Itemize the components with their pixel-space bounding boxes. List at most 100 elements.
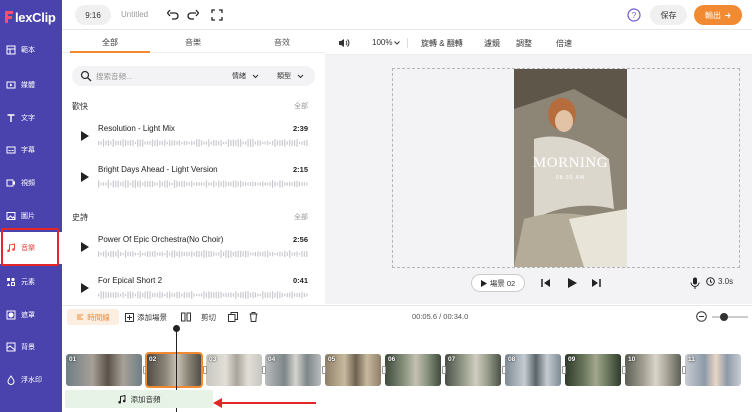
timeline-clip[interactable]: 04 [265,354,321,386]
cut-button[interactable]: 剪切 [201,312,216,323]
sidebar-item-template[interactable]: 範本 [0,34,62,66]
add-scene-button[interactable]: 添加場景 [125,312,167,323]
sidebar-item-text[interactable]: 文字 [0,102,62,134]
timeline: 01 02 03 04 05 06 07 08 09 10 11 添加音頻 [62,325,752,412]
help-icon[interactable]: ? [627,8,641,22]
transition-handle[interactable] [562,366,566,374]
transition-handle[interactable] [622,366,626,374]
transition-handle[interactable] [203,366,207,374]
tab-all[interactable]: 全部 [90,37,130,48]
zoom-slider-handle[interactable] [720,313,728,321]
play-icon[interactable] [566,277,578,289]
transition-handle[interactable] [442,366,446,374]
transition-handle[interactable] [382,366,386,374]
zoom-dropdown[interactable]: 100% [372,38,401,47]
sidebar-item-label: 媒體 [21,82,35,89]
sidebar-item-label: 音樂 [21,245,35,252]
timeline-clip[interactable]: 03 [206,354,262,386]
genre-filter[interactable]: 類型 [277,71,304,81]
zoom-slider[interactable] [712,316,748,318]
sidebar-item-mask[interactable]: 遮罩 [0,299,62,331]
save-button[interactable]: 保存 [650,5,687,25]
category-view-all-link[interactable]: 全部 [294,101,308,111]
redo-icon[interactable] [186,8,200,22]
timeline-clip[interactable]: 08 [505,354,561,386]
next-icon[interactable] [590,277,602,289]
tab-sound-effects[interactable]: 音效 [262,37,302,48]
time-display: 00:05.6 / 00:34.0 [412,312,469,321]
category-title: 歡快 [72,102,88,111]
sidebar-item-music[interactable]: 音樂 [0,232,62,264]
category-view-all-link[interactable]: 全部 [294,212,308,222]
play-icon [480,279,487,287]
transition-handle[interactable] [262,366,266,374]
audio-track-item[interactable]: Resolution - Light Mix 2:39 [72,120,322,158]
waveform [98,291,308,299]
speed-button[interactable]: 倍速 [556,38,572,49]
timeline-clip[interactable]: 02 [146,354,202,386]
track-name: For Epical Short 2 [98,276,163,285]
timeline-clip[interactable]: 05 [325,354,381,386]
chevron-down-icon [252,74,259,78]
timeline-clip[interactable]: 07 [445,354,501,386]
chevron-down-icon [394,40,401,45]
transition-handle[interactable] [143,366,147,374]
split-icon[interactable] [181,312,191,322]
category-title: 史詩 [72,213,88,222]
scene-duration[interactable]: 3.0s [706,277,733,286]
timeline-clip[interactable]: 11 [685,354,741,386]
svg-text:?: ? [632,11,637,20]
timeline-toggle-button[interactable]: 時間線 [67,309,119,325]
aspect-ratio-button[interactable]: 9:16 [75,5,111,25]
fullscreen-icon[interactable] [210,8,224,22]
play-icon[interactable] [80,171,90,183]
play-icon[interactable] [80,130,90,142]
play-icon[interactable] [80,282,90,294]
filter-button[interactable]: 濾鏡 [484,38,500,49]
microphone-icon[interactable] [690,277,700,289]
waveform [98,180,308,188]
project-title[interactable]: Untitled [121,10,148,19]
adjust-button[interactable]: 調整 [516,38,532,49]
sidebar-item-subtitle[interactable]: 字幕 [0,134,62,166]
timeline-clip[interactable]: 09 [565,354,621,386]
sidebar-item-image[interactable]: 圖片 [0,200,62,232]
sidebar-item-background[interactable]: 背景 [0,331,62,363]
sidebar-item-video[interactable]: 視頻 [0,167,62,199]
sidebar-item-watermark[interactable]: 浮水印 [0,364,62,396]
sidebar-item-elements[interactable]: 元素 [0,266,62,298]
clip-number: 05 [328,356,336,363]
logo-icon [5,11,13,23]
panel-tabs: 全部 音樂 音效 [62,31,325,53]
scene-play-button[interactable]: 場景 02 [471,274,525,292]
zoom-out-icon[interactable] [696,311,707,322]
tab-music[interactable]: 音樂 [173,37,213,48]
previous-icon[interactable] [540,277,552,289]
video-preview[interactable]: MORNING 08:30 AM [514,69,627,267]
export-button[interactable]: 輸出 [694,5,742,25]
playhead-handle[interactable] [173,325,180,332]
search-bar[interactable]: 搜索音頻... 情緒 類型 [72,66,315,86]
undo-icon[interactable] [166,8,180,22]
search-input[interactable]: 搜索音頻... [96,71,132,82]
audio-track-item[interactable]: Bright Days Ahead - Light Version 2:15 [72,161,322,199]
volume-icon[interactable] [338,38,350,48]
timeline-clip[interactable]: 01 [66,354,142,386]
logo[interactable]: lexClip [4,9,56,25]
add-audio-track-button[interactable]: 添加音頻 [65,390,213,408]
transition-handle[interactable] [682,366,686,374]
transition-handle[interactable] [502,366,506,374]
timeline-clip[interactable]: 10 [625,354,681,386]
rotate-flip-button[interactable]: 旋轉 & 翻轉 [421,38,463,49]
mood-filter[interactable]: 情緒 [232,71,259,81]
transition-handle[interactable] [322,366,326,374]
play-icon[interactable] [80,241,90,253]
trash-icon[interactable] [249,312,258,322]
timeline-clip[interactable]: 06 [385,354,441,386]
red-arrow-annotation [213,398,316,408]
audio-track-item[interactable]: Power Of Epic Orchestra(No Choir) 2:56 [72,231,322,269]
overlay-title: MORNING [532,155,609,171]
duplicate-icon[interactable] [228,312,238,322]
preview-toolbar: 100% 旋轉 & 翻轉 濾鏡 調整 倍速 [325,31,752,55]
sidebar-item-media[interactable]: 媒體 [0,69,62,101]
